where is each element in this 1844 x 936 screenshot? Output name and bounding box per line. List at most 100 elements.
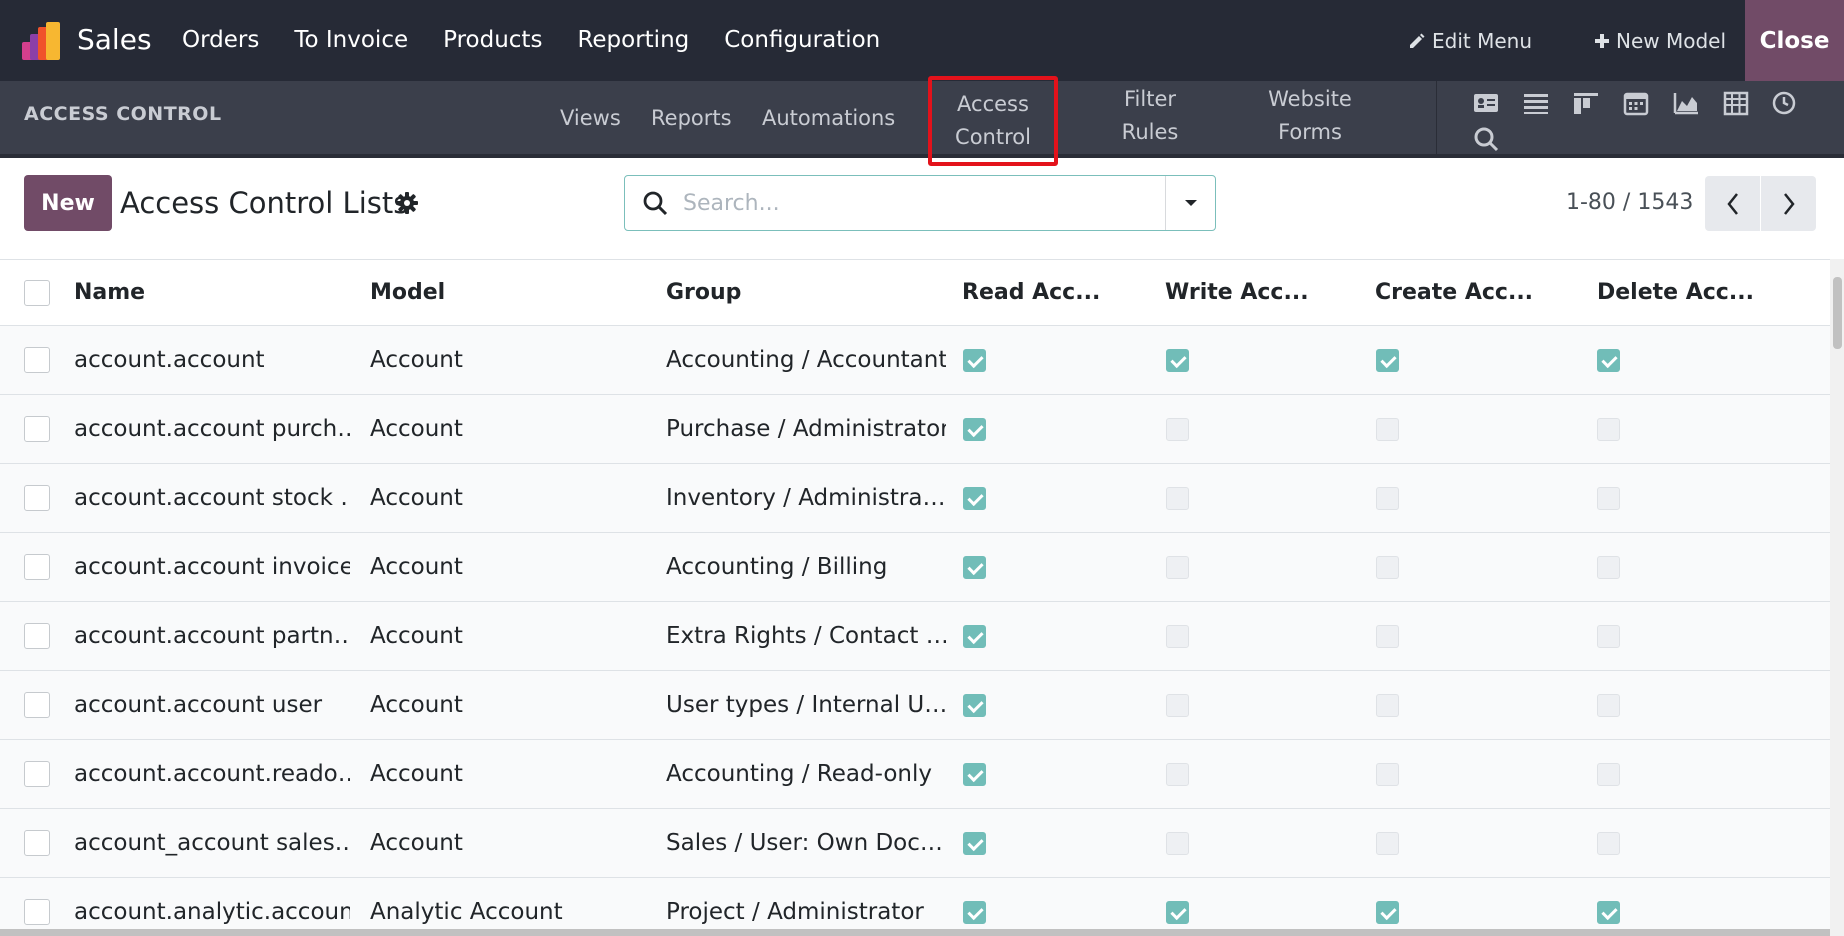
write-access-checkbox[interactable] [1166,556,1189,579]
row-select-checkbox[interactable] [24,416,50,442]
menu-configuration[interactable]: Configuration [724,22,880,58]
activity-view-icon[interactable] [1770,89,1798,117]
row-select-checkbox[interactable] [24,899,50,925]
calendar-view-icon[interactable] [1622,89,1650,117]
read-access-checkbox[interactable] [963,556,986,579]
horizontal-scrollbar[interactable] [0,929,1830,936]
delete-access-checkbox[interactable] [1597,556,1620,579]
search-input[interactable] [683,186,1083,220]
read-access-checkbox[interactable] [963,487,986,510]
cell-model: Account [370,347,463,373]
write-access-checkbox[interactable] [1166,487,1189,510]
delete-access-checkbox[interactable] [1597,418,1620,441]
column-header-write-access[interactable]: Write Acc... [1165,260,1365,325]
table-row[interactable]: account.account stock … Account Inventory … [0,464,1830,533]
table-row[interactable]: account.account partn… Account Extra Right… [0,602,1830,671]
search-view-icon[interactable] [1472,125,1500,153]
new-model-button[interactable]: New Model [1594,26,1726,56]
write-access-checkbox[interactable] [1166,763,1189,786]
create-access-checkbox[interactable] [1376,418,1399,441]
delete-access-checkbox[interactable] [1597,832,1620,855]
vertical-scrollbar[interactable] [1830,259,1844,936]
tab-website-forms[interactable]: Website Forms [1260,83,1360,149]
menu-products[interactable]: Products [443,22,542,58]
write-access-checkbox[interactable] [1166,694,1189,717]
read-access-checkbox[interactable] [963,694,986,717]
row-select-checkbox[interactable] [24,623,50,649]
select-all-checkbox[interactable] [24,280,50,306]
table-row[interactable]: account.account purch… Account Purchase / … [0,395,1830,464]
table-row[interactable]: account.account invoice Account Accounting… [0,533,1830,602]
create-access-checkbox[interactable] [1376,487,1399,510]
read-access-checkbox[interactable] [963,625,986,648]
delete-access-checkbox[interactable] [1597,901,1620,924]
write-access-checkbox[interactable] [1166,901,1189,924]
pager-previous-button[interactable] [1705,176,1760,231]
list-view-icon[interactable] [1522,89,1550,117]
delete-access-checkbox[interactable] [1597,625,1620,648]
table-row[interactable]: account.account Account Accounting / Accou… [0,326,1830,395]
cell-group: User types / Internal U… [666,692,946,718]
row-select-checkbox[interactable] [24,347,50,373]
column-header-create-access[interactable]: Create Acc... [1375,260,1575,325]
tab-reports[interactable]: Reports [651,102,732,135]
pager-next-button[interactable] [1761,176,1816,231]
table-row[interactable]: account.account.reado… Account Accounting … [0,740,1830,809]
column-header-model[interactable]: Model [370,260,660,325]
gear-icon[interactable] [396,192,418,214]
write-access-checkbox[interactable] [1166,349,1189,372]
menu-orders[interactable]: Orders [182,22,259,58]
read-access-checkbox[interactable] [963,832,986,855]
write-access-checkbox[interactable] [1166,418,1189,441]
search-options-toggle[interactable] [1165,176,1216,230]
row-select-checkbox[interactable] [24,485,50,511]
delete-access-checkbox[interactable] [1597,487,1620,510]
create-access-checkbox[interactable] [1376,763,1399,786]
cell-model: Analytic Account [370,899,563,925]
form-view-icon[interactable] [1472,89,1500,117]
column-header-name[interactable]: Name [74,260,350,325]
pager-value[interactable]: 1-80 / 1543 [1566,188,1693,218]
write-access-checkbox[interactable] [1166,625,1189,648]
row-select-checkbox[interactable] [24,830,50,856]
row-select-checkbox[interactable] [24,761,50,787]
new-button[interactable]: New [24,175,112,231]
vertical-scrollbar-thumb[interactable] [1833,277,1842,349]
column-header-read-access[interactable]: Read Acc... [962,260,1162,325]
delete-access-checkbox[interactable] [1597,694,1620,717]
delete-access-checkbox[interactable] [1597,763,1620,786]
table-row[interactable]: account.account user Account User types / … [0,671,1830,740]
menu-to-invoice[interactable]: To Invoice [294,22,408,58]
row-select-checkbox[interactable] [24,554,50,580]
tab-access-control[interactable]: Access Control [928,76,1058,166]
table-row[interactable]: account_account sales… Account Sales / Use… [0,809,1830,878]
create-access-checkbox[interactable] [1376,694,1399,717]
row-select-checkbox[interactable] [24,692,50,718]
close-button[interactable]: Close [1745,0,1844,81]
menu-reporting[interactable]: Reporting [577,22,689,58]
read-access-checkbox[interactable] [963,901,986,924]
edit-menu-button[interactable]: Edit Menu [1408,26,1532,56]
access-control-table: Name Model Group Read Acc... Write Acc..… [0,259,1830,929]
tab-views[interactable]: Views [560,102,621,135]
read-access-checkbox[interactable] [963,349,986,372]
pivot-view-icon[interactable] [1722,89,1750,117]
sales-app-icon[interactable] [22,22,62,60]
tab-automations[interactable]: Automations [762,102,895,135]
kanban-view-icon[interactable] [1572,89,1600,117]
column-header-group[interactable]: Group [666,260,946,325]
read-access-checkbox[interactable] [963,418,986,441]
create-access-checkbox[interactable] [1376,625,1399,648]
graph-view-icon[interactable] [1672,89,1700,117]
read-access-checkbox[interactable] [963,763,986,786]
create-access-checkbox[interactable] [1376,832,1399,855]
table-row[interactable]: account.analytic.account Analytic Account… [0,878,1830,929]
app-name[interactable]: Sales [77,20,152,60]
delete-access-checkbox[interactable] [1597,349,1620,372]
create-access-checkbox[interactable] [1376,556,1399,579]
tab-filter-rules[interactable]: Filter Rules [1110,83,1190,149]
write-access-checkbox[interactable] [1166,832,1189,855]
column-header-delete-access[interactable]: Delete Acc... [1597,260,1797,325]
create-access-checkbox[interactable] [1376,349,1399,372]
create-access-checkbox[interactable] [1376,901,1399,924]
